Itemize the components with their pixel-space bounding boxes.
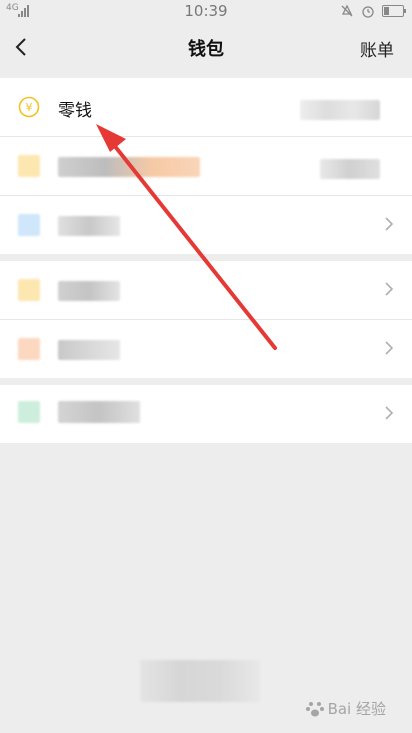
blurred-icon bbox=[18, 155, 40, 177]
wallet-row-3[interactable] bbox=[0, 196, 412, 254]
paw-icon bbox=[305, 701, 324, 716]
page-title: 钱包 bbox=[188, 39, 224, 60]
wallet-section-3 bbox=[0, 385, 412, 443]
alarm-icon bbox=[362, 6, 374, 18]
chevron-right-icon[interactable] bbox=[384, 281, 394, 297]
wallet-section-2 bbox=[0, 261, 412, 378]
chevron-right-icon[interactable] bbox=[384, 216, 394, 232]
svg-text:¥: ¥ bbox=[26, 101, 33, 114]
blurred-label bbox=[58, 157, 200, 177]
change-row[interactable]: ¥ 零钱 bbox=[0, 78, 412, 137]
change-label: 零钱 bbox=[58, 101, 92, 121]
baidu-watermark: Bai 经验 bbox=[305, 698, 386, 719]
blurred-icon bbox=[18, 214, 40, 236]
blurred-value bbox=[320, 159, 380, 179]
nav-bar: 钱包 账单 bbox=[0, 22, 412, 72]
silent-icon bbox=[341, 4, 353, 17]
blurred-label bbox=[58, 216, 120, 236]
blurred-label bbox=[58, 281, 120, 301]
blurred-label bbox=[58, 401, 140, 423]
status-icons bbox=[340, 4, 406, 18]
wallet-section-1: ¥ 零钱 bbox=[0, 78, 412, 254]
chevron-right-icon[interactable] bbox=[384, 405, 394, 421]
battery-icon bbox=[382, 5, 406, 17]
wallet-row-6[interactable] bbox=[0, 385, 412, 443]
status-bar: 4G 10:39 bbox=[0, 0, 412, 22]
bill-button[interactable]: 账单 bbox=[360, 36, 394, 61]
blurred-footer-link[interactable] bbox=[140, 660, 260, 702]
blurred-icon bbox=[18, 279, 40, 301]
blurred-label bbox=[58, 340, 120, 360]
blurred-icon bbox=[18, 338, 40, 360]
wallet-row-2[interactable] bbox=[0, 137, 412, 196]
chevron-right-icon[interactable] bbox=[384, 340, 394, 356]
wallet-row-4[interactable] bbox=[0, 261, 412, 320]
blurred-icon bbox=[18, 401, 40, 423]
wallet-row-5[interactable] bbox=[0, 320, 412, 378]
yen-coin-icon: ¥ bbox=[18, 96, 40, 118]
watermark-text: Bai 经验 bbox=[327, 700, 386, 718]
blurred-balance bbox=[300, 100, 380, 120]
